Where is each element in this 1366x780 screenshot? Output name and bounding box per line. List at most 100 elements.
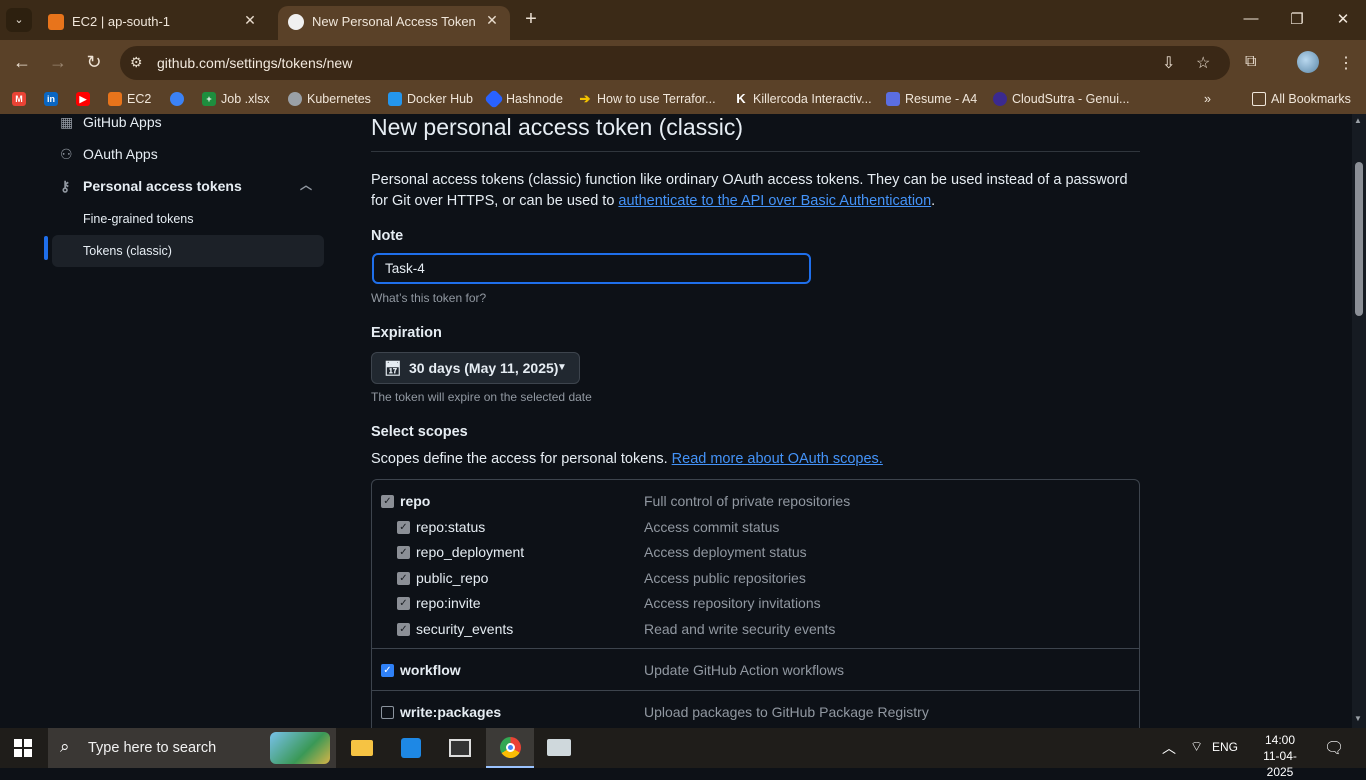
scope-checkbox[interactable]: ✓ — [397, 623, 410, 636]
bookmark-label: CloudSutra - Genui... — [1012, 92, 1130, 106]
scroll-up-icon[interactable]: ▲ — [1354, 116, 1362, 125]
scopes-label: Select scopes — [371, 424, 468, 440]
sidebar-item-label: OAuth Apps — [83, 146, 158, 162]
extensions-icon[interactable]: ⧉ — [1245, 53, 1256, 71]
back-icon[interactable]: ← — [10, 52, 34, 73]
url-text[interactable]: github.com/settings/tokens/new — [157, 55, 352, 71]
all-bookmarks-folder[interactable]: All Bookmarks — [1252, 92, 1351, 106]
close-window-button[interactable]: ✕ — [1320, 10, 1366, 28]
tab-ec2[interactable]: EC2 | ap-south-1 ✕ — [38, 6, 268, 40]
scope-checkbox[interactable]: ✓ — [381, 664, 394, 677]
scope-description: Access repository invitations — [644, 595, 821, 611]
chevron-up-icon[interactable]: ︿ — [1162, 738, 1176, 758]
forward-icon[interactable]: → — [46, 52, 70, 73]
notification-icon[interactable]: 🗨︎ — [1324, 738, 1344, 758]
folder-icon — [1252, 92, 1266, 106]
scope-row-repo-status: ✓ repo:status Access commit status — [372, 519, 1139, 539]
scope-checkbox[interactable]: ✓ — [397, 521, 410, 534]
menu-icon[interactable]: ⋮ — [1338, 53, 1354, 73]
bookmark-terraform[interactable]: ➔ How to use Terrafor... — [578, 92, 716, 107]
scope-name: public_repo — [416, 570, 489, 586]
bookmark-cloudsutra[interactable]: CloudSutra - Genui... — [993, 92, 1129, 106]
scope-description: Access public repositories — [644, 570, 806, 586]
scrollbar-thumb[interactable] — [1355, 162, 1363, 316]
bookmark-job[interactable]: + Job .xlsx — [202, 92, 270, 106]
scope-description: Access deployment status — [644, 544, 807, 560]
tab-search-button[interactable]: ⌄ — [6, 8, 32, 32]
linkedin-icon: in — [44, 92, 58, 106]
scope-row-public-repo: ✓ public_repo Access public repositories — [372, 570, 1139, 590]
wifi-icon[interactable]: ⌔ — [1190, 738, 1203, 756]
scope-row-security-events: ✓ security_events Read and write securit… — [372, 621, 1139, 641]
system-clock[interactable]: 14:00 11-04-2025 — [1250, 732, 1310, 780]
profile-avatar[interactable] — [1297, 51, 1319, 73]
bookmark-docker[interactable]: Docker Hub — [388, 92, 473, 106]
scope-checkbox[interactable]: ✓ — [397, 546, 410, 559]
photos-app[interactable] — [436, 728, 484, 768]
scope-divider — [372, 648, 1139, 649]
bookmark-label: Killercoda Interactiv... — [753, 92, 872, 106]
bookmark-label: Job .xlsx — [221, 92, 270, 106]
bookmark-app[interactable] — [170, 92, 184, 106]
bookmark-killercoda[interactable]: K Killercoda Interactiv... — [734, 92, 872, 107]
restore-button[interactable]: ❐ — [1274, 10, 1320, 28]
sidebar-item-github-apps[interactable]: ▦ GitHub Apps — [52, 114, 324, 138]
reload-icon[interactable]: ↻ — [82, 52, 106, 73]
taskbar-search[interactable]: ⌕ Type here to search — [48, 728, 336, 768]
photo-icon — [449, 739, 471, 757]
clock-time: 14:00 — [1264, 733, 1296, 747]
active-indicator — [44, 236, 48, 260]
expiration-hint: The token will expire on the selected da… — [371, 390, 592, 404]
new-tab-button[interactable]: + — [520, 8, 542, 31]
scope-description: Access commit status — [644, 519, 780, 535]
key-icon: ⚷ — [60, 178, 71, 194]
bookmark-label: All Bookmarks — [1271, 92, 1351, 106]
scope-checkbox[interactable]: ✓ — [381, 495, 394, 508]
scope-checkbox[interactable] — [381, 706, 394, 719]
search-placeholder: Type here to search — [88, 740, 217, 756]
sidebar-item-oauth-apps[interactable]: ⚇ OAuth Apps — [52, 140, 324, 170]
minimize-button[interactable]: — — [1228, 10, 1274, 27]
bookmark-ec2[interactable]: EC2 — [108, 92, 151, 106]
sidebar-item-label: GitHub Apps — [83, 114, 162, 130]
sidebar-item-personal-access-tokens[interactable]: ⚷ Personal access tokens ︿ — [52, 172, 324, 202]
bookmark-hashnode[interactable]: Hashnode — [484, 89, 563, 109]
expiration-value: 30 days (May 11, 2025) — [409, 360, 559, 376]
scope-checkbox[interactable]: ✓ — [397, 597, 410, 610]
page-title: New personal access token (classic) — [371, 114, 743, 140]
address-bar[interactable]: ⚙ github.com/settings/tokens/new — [120, 46, 1230, 80]
note-input[interactable] — [372, 253, 811, 284]
remote-desktop-app[interactable] — [535, 728, 583, 768]
language-indicator[interactable]: ENG — [1212, 740, 1238, 754]
scope-name: repo:status — [416, 519, 486, 535]
chrome-app[interactable] — [486, 728, 534, 768]
more-bookmarks-icon[interactable]: » — [1204, 92, 1211, 106]
bookmark-linkedin[interactable]: in — [44, 92, 58, 106]
youtube-icon: ▶ — [76, 92, 90, 106]
close-tab-icon[interactable]: ✕ — [240, 12, 260, 29]
basic-auth-link[interactable]: authenticate to the API over Basic Authe… — [618, 193, 931, 209]
expiration-dropdown[interactable]: 📅︎ 30 days (May 11, 2025) ▼ — [371, 352, 580, 384]
site-info-icon[interactable]: ⚙ — [130, 54, 143, 71]
bookmark-kubernetes[interactable]: Kubernetes — [288, 92, 371, 106]
install-app-icon[interactable]: ⇩ — [1162, 53, 1175, 73]
page-content: ▦ GitHub Apps ⚇ OAuth Apps ⚷ Personal ac… — [0, 114, 1352, 728]
page-scrollbar[interactable]: ▲ ▼ — [1352, 114, 1366, 728]
divider — [371, 151, 1140, 152]
scroll-down-icon[interactable]: ▼ — [1354, 714, 1362, 723]
tab-github-token[interactable]: New Personal Access Token (Cla ✕ — [278, 6, 510, 40]
file-explorer-app[interactable] — [338, 728, 386, 768]
bookmark-resume[interactable]: Resume - A4 — [886, 92, 977, 106]
sidebar-item-fine-grained-tokens[interactable]: Fine-grained tokens — [52, 203, 324, 235]
bookmark-star-icon[interactable]: ☆ — [1196, 53, 1210, 73]
scope-checkbox[interactable]: ✓ — [397, 572, 410, 585]
chevron-up-icon[interactable]: ︿ — [300, 176, 312, 193]
close-tab-icon[interactable]: ✕ — [482, 12, 502, 29]
bookmark-youtube[interactable]: ▶ — [76, 92, 90, 106]
oauth-scopes-link[interactable]: Read more about OAuth scopes. — [672, 451, 883, 467]
bookmark-label: EC2 — [127, 92, 152, 106]
sidebar-item-tokens-classic[interactable]: Tokens (classic) — [52, 235, 324, 267]
windows-start-icon[interactable] — [14, 739, 32, 757]
store-app[interactable] — [387, 728, 435, 768]
bookmark-gmail[interactable]: M — [12, 92, 26, 106]
